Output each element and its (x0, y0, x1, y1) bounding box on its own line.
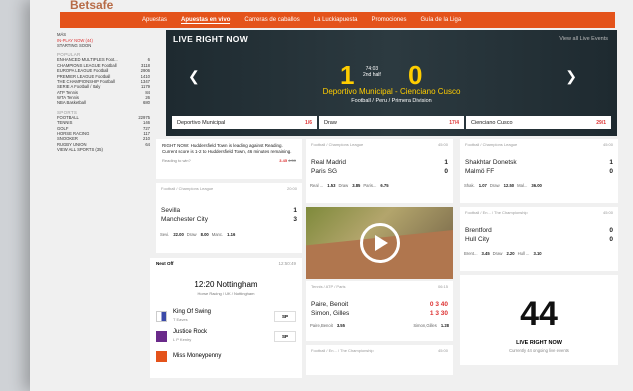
old-price: 4.50 (288, 158, 296, 163)
live-count-label: LIVE RIGHT NOW (516, 340, 562, 346)
team-row: Manchester City 3 (161, 216, 297, 223)
player-row: Simon, Gilles 1 3 30 (311, 310, 448, 317)
match-card[interactable]: Football / Champions League 45:00 Real Ma… (306, 139, 453, 203)
next-race-card[interactable]: Next Off 12:50:49 12:20 Nottingham Horse … (150, 258, 302, 378)
odds-button[interactable]: Shak. 1.07 (464, 183, 487, 188)
sports-sidebar: MÁS IN-PLAY NOW (44) STARTING SOON POPUL… (57, 32, 152, 202)
price-button[interactable]: SP (274, 330, 296, 342)
team-row: Paris SG 0 (311, 168, 448, 175)
odds-button[interactable]: Mal... 36.00 (517, 183, 542, 188)
live-hero-banner: LIVE RIGHT NOW View all Live Events ❮ ❯ … (166, 30, 617, 136)
odds-button[interactable]: Sevi. 22.00 (160, 232, 184, 237)
main-nav: Apuestas Apuestas en vivo Carreras de ca… (60, 12, 615, 28)
next-off-label: Next Off (156, 261, 174, 266)
live-count-sub: Currently 44 ongoing live events (509, 348, 569, 353)
odds-button[interactable]: Manc. 1.16 (212, 232, 236, 237)
team-row: Hull City 0 (465, 236, 613, 243)
team-row: Real Madrid 1 (311, 159, 448, 166)
hero-odds: Deportivo Municipal 1/6 Draw 17/4 Ciencian… (172, 116, 611, 129)
view-all-sports-link[interactable]: VIEW ALL SPORTS (35) (57, 147, 152, 152)
silks-icon (156, 350, 167, 362)
odds-button[interactable]: Deportivo Municipal 1/6 (172, 116, 317, 129)
live-video-thumbnail[interactable] (306, 207, 453, 279)
match-league: Football / Peru / Primera Division (351, 98, 432, 104)
odds-button[interactable]: Paire,Benoit 3.55 (310, 323, 345, 328)
team-row: Malmö FF 0 (465, 168, 613, 175)
live-count-number: 44 (520, 295, 558, 333)
nav-item[interactable]: Guía de la Liga (420, 17, 461, 23)
hero-title: LIVE RIGHT NOW (173, 34, 249, 44)
team-row: Shakhtar Donetsk 1 (465, 159, 613, 166)
odds-button[interactable]: Cienciano Cusco 29/1 (466, 116, 611, 129)
match-card[interactable]: Football / Champions League 45:00 Shakhta… (460, 139, 618, 203)
sidebar-item[interactable]: NBA Basketball 680 (57, 100, 152, 105)
odds-button[interactable]: Paris... 6.75 (363, 183, 388, 188)
runner-row: King Of Swing T Eaves SP (156, 306, 296, 326)
view-all-live-link[interactable]: View all Live Events (559, 36, 608, 42)
nav-item-active[interactable]: Apuestas en vivo (181, 17, 231, 24)
chevron-left-icon[interactable]: ❮ (188, 68, 200, 85)
nav-item[interactable]: Apuestas (142, 17, 167, 23)
odds-button[interactable]: Simon,Gilles 1.28 (413, 323, 449, 328)
team-row: Sevilla 1 (161, 207, 297, 214)
race-title: 12:20 Nottingham (194, 280, 258, 289)
nav-item[interactable]: Carreras de caballos (244, 17, 299, 23)
nav-item[interactable]: Promociones (371, 17, 406, 23)
odds-button[interactable]: Draw 3.85 (338, 183, 360, 188)
chevron-right-icon[interactable]: ❯ (565, 68, 577, 85)
silks-icon (156, 330, 167, 342)
silks-icon (156, 310, 167, 322)
runner-row: Miss Moneypenny (156, 346, 296, 366)
bet-label: Reading to win? (162, 158, 191, 163)
tennis-match-card[interactable]: Tennis / ATP / Paris 06:15 Paire, Benoit 0… (306, 281, 453, 341)
match-card[interactable]: Football / En... / The Championship 45:00… (460, 207, 618, 271)
match-clock: 74:03 2nd half (363, 66, 381, 78)
price-button[interactable]: SP (274, 310, 296, 322)
odds-button[interactable]: Draw 8.00 (187, 232, 209, 237)
match-title[interactable]: Deportivo Municipal - Cienciano Cusco (166, 87, 617, 96)
nav-item[interactable]: La Luckiapuesta (314, 17, 358, 23)
odds-button[interactable]: Hull ... 3.10 (518, 251, 542, 256)
odds-button[interactable]: Draw 2.20 (493, 251, 515, 256)
runner-row: Justice Rock L P Keniry SP (156, 326, 296, 346)
odds-button[interactable]: Draw 12.50 (490, 183, 514, 188)
match-card[interactable]: Football / Champions League 20:00 Sevilla… (156, 183, 302, 253)
bet-price[interactable]: 3.45 (279, 158, 287, 163)
race-clock: 12:50:49 (278, 261, 296, 266)
sidebar-item[interactable]: STARTING SOON (57, 43, 152, 48)
live-count-card[interactable]: 44 LIVE RIGHT NOW Currently 44 ongoing l… (460, 275, 618, 365)
news-text: RIGHT NOW: Huddersfield Town is leading … (162, 143, 292, 154)
odds-button[interactable]: Brent... 3.45 (464, 251, 490, 256)
play-icon[interactable] (360, 223, 400, 263)
player-row: Paire, Benoit 0 3 40 (311, 301, 448, 308)
odds-button[interactable]: Real ... 1.53 (310, 183, 335, 188)
site-logo[interactable]: Betsafe (70, 0, 113, 12)
news-card[interactable]: RIGHT NOW: Huddersfield Town is leading … (156, 139, 302, 179)
team-row: Brentford 0 (465, 227, 613, 234)
match-card[interactable]: Football / En... / The Championship 45:00 (306, 345, 453, 375)
odds-button[interactable]: Draw 17/4 (319, 116, 464, 129)
